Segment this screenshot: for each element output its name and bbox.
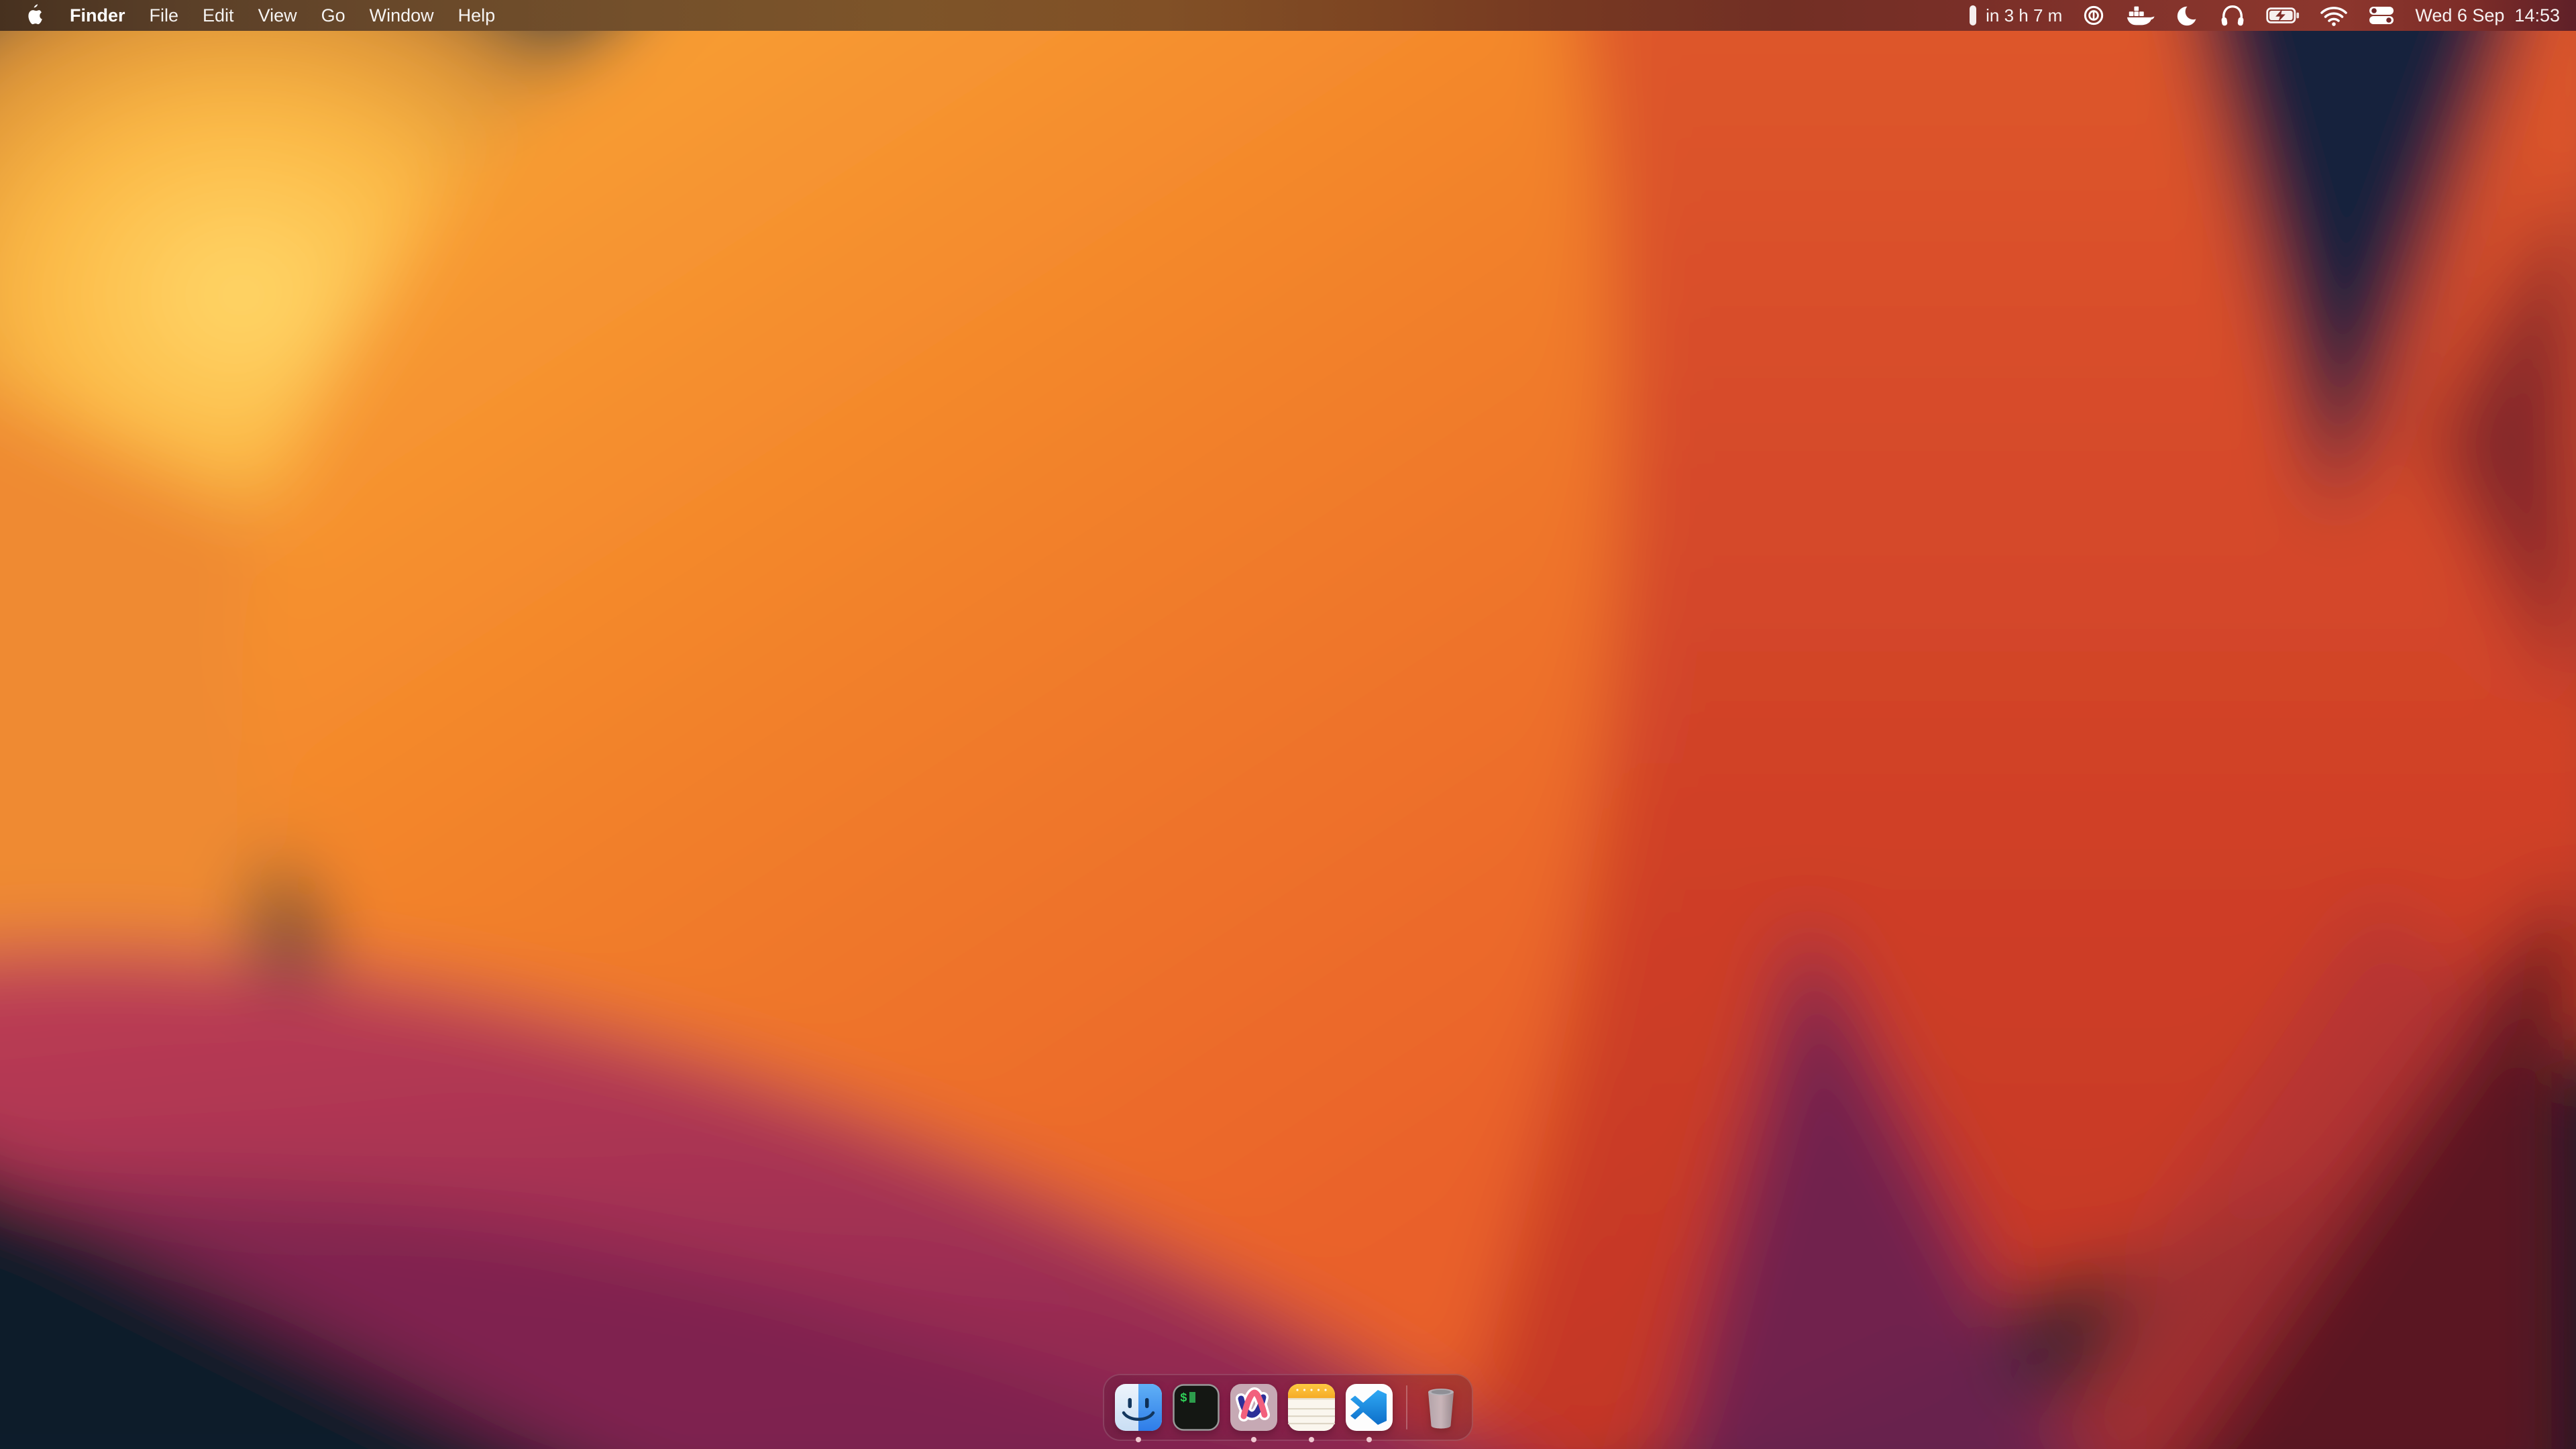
dock-item-trash[interactable] bbox=[1421, 1384, 1461, 1431]
battery-charging-icon[interactable] bbox=[2266, 7, 2300, 24]
running-indicator bbox=[1309, 1437, 1314, 1442]
countdown-pill-icon bbox=[1969, 5, 1977, 26]
countdown-status-item[interactable]: in 3 h 7 m bbox=[1969, 5, 2062, 26]
app-menu-finder[interactable]: Finder bbox=[58, 5, 138, 26]
running-indicator bbox=[1366, 1437, 1372, 1442]
clock-time: 14:53 bbox=[2514, 5, 2560, 26]
finder-icon bbox=[1115, 1384, 1162, 1431]
wallpaper-ventura bbox=[0, 0, 2576, 1449]
menu-bar-clock[interactable]: Wed 6 Sep 14:53 bbox=[2415, 5, 2560, 26]
running-indicator bbox=[1251, 1437, 1256, 1442]
menu-go[interactable]: Go bbox=[309, 5, 358, 26]
running-indicator bbox=[1136, 1437, 1141, 1442]
apple-icon bbox=[25, 4, 44, 27]
trash-icon bbox=[1421, 1384, 1461, 1431]
wifi-icon[interactable] bbox=[2320, 5, 2348, 26]
menu-edit[interactable]: Edit bbox=[191, 5, 246, 26]
vscode-icon bbox=[1346, 1384, 1393, 1431]
timer-rings-icon[interactable] bbox=[2082, 4, 2105, 27]
dock-item-vscode[interactable] bbox=[1346, 1384, 1393, 1431]
dock-item-terminal[interactable]: $ bbox=[1173, 1384, 1220, 1431]
dock-divider bbox=[1406, 1385, 1407, 1430]
a-letter-app-icon bbox=[1230, 1384, 1277, 1431]
clock-date: Wed 6 Sep bbox=[2415, 5, 2504, 26]
dock-item-finder[interactable] bbox=[1115, 1384, 1162, 1431]
menu-window[interactable]: Window bbox=[358, 5, 446, 26]
headphones-icon[interactable] bbox=[2219, 3, 2246, 28]
control-center-icon[interactable] bbox=[2368, 5, 2395, 25]
dock: $ bbox=[1103, 1374, 1473, 1441]
docker-whale-icon[interactable] bbox=[2125, 4, 2155, 27]
menu-bar-status: in 3 h 7 m bbox=[1969, 3, 2576, 28]
menu-file[interactable]: File bbox=[138, 5, 191, 26]
notes-icon bbox=[1288, 1384, 1335, 1431]
menu-bar-left: Finder File Edit View Go Window Help bbox=[0, 4, 507, 27]
countdown-text: in 3 h 7 m bbox=[1986, 5, 2062, 26]
menu-help[interactable]: Help bbox=[446, 5, 508, 26]
dock-item-notes[interactable] bbox=[1288, 1384, 1335, 1431]
terminal-icon: $ bbox=[1173, 1384, 1220, 1431]
desktop: Finder File Edit View Go Window Help in … bbox=[0, 0, 2576, 1449]
focus-moon-icon[interactable] bbox=[2175, 3, 2199, 28]
dock-item-a-letter-app[interactable] bbox=[1230, 1384, 1277, 1431]
menu-bar: Finder File Edit View Go Window Help in … bbox=[0, 0, 2576, 31]
apple-menu[interactable] bbox=[19, 4, 51, 27]
svg-text:$: $ bbox=[1180, 1392, 1187, 1405]
menu-view[interactable]: View bbox=[246, 5, 309, 26]
